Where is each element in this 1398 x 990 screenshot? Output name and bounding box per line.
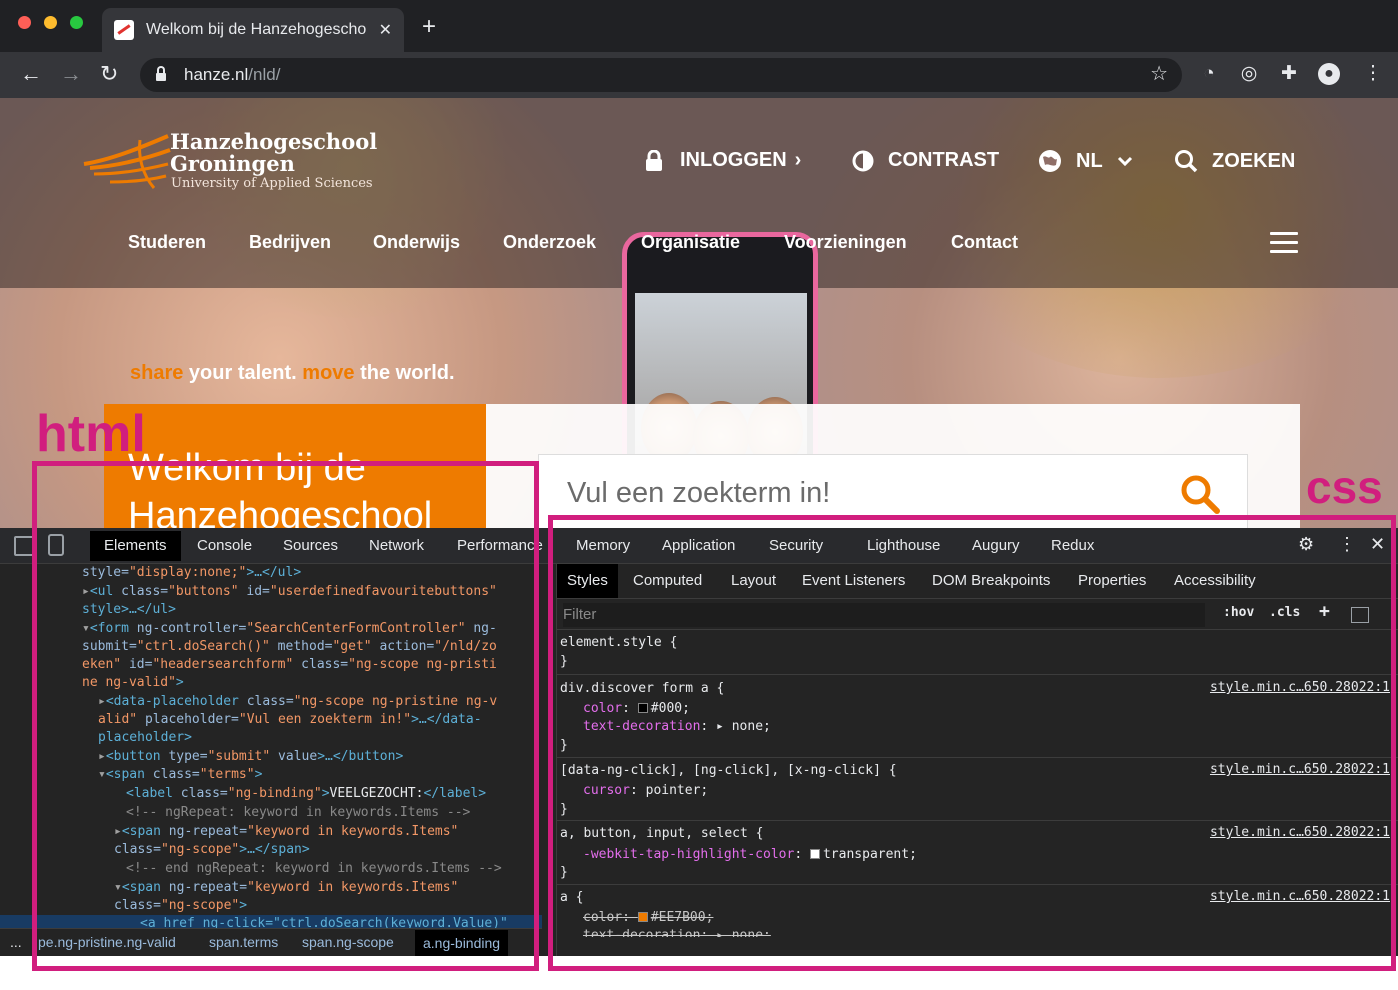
search-placeholder: Vul een zoekterm in! — [567, 477, 831, 509]
extension-target-icon[interactable]: ◎ — [1238, 63, 1260, 85]
search-icon[interactable] — [1179, 473, 1221, 515]
inspect-element-icon[interactable] — [14, 536, 34, 556]
url-host: hanze.nl — [184, 65, 249, 84]
breadcrumb-more[interactable]: ... — [10, 934, 22, 950]
nav-bedrijven[interactable]: Bedrijven — [249, 232, 331, 253]
html-annotation-label: html — [36, 405, 146, 463]
language-label: NL — [1076, 149, 1103, 172]
main-navigation: Studeren Bedrijven Onderwijs Onderzoek O… — [128, 232, 1048, 256]
login-label: INLOGGEN — [680, 149, 787, 171]
lock-icon — [646, 149, 662, 171]
contrast-toggle[interactable]: CONTRAST — [852, 149, 999, 172]
hamburger-menu-icon[interactable] — [1270, 232, 1298, 254]
extensions-puzzle-icon[interactable]: ✚ — [1278, 63, 1300, 85]
tab-close-icon[interactable]: ✕ — [379, 20, 392, 40]
contrast-label: CONTRAST — [888, 149, 1000, 171]
logo-line-2: Groningen — [170, 151, 295, 176]
login-link[interactable]: INLOGGEN › — [644, 149, 801, 172]
hanze-favicon-icon — [114, 20, 134, 40]
language-selector[interactable]: NL — [1038, 149, 1133, 173]
maximize-window-button[interactable] — [70, 16, 83, 29]
minimize-window-button[interactable] — [44, 16, 57, 29]
browser-titlebar: Welkom bij de Hanzehogescho ✕ + — [0, 0, 1398, 52]
css-highlight-frame — [548, 515, 1396, 971]
browser-toolbar: ← → ↻ hanze.nl/nld/ ☆ ◔ ◎ ✚ ● ⋮ — [0, 52, 1398, 98]
globe-icon — [1039, 150, 1061, 172]
profile-avatar-icon[interactable]: ● — [1318, 63, 1340, 85]
back-arrow-icon[interactable]: ← — [20, 60, 42, 88]
nav-studeren[interactable]: Studeren — [128, 232, 206, 253]
nav-voorzieningen[interactable]: Voorzieningen — [784, 232, 907, 253]
browser-tab[interactable]: Welkom bij de Hanzehogescho ✕ — [102, 8, 404, 52]
nav-organisatie[interactable]: Organisatie — [641, 232, 740, 253]
browser-menu-icon[interactable]: ⋮ — [1362, 63, 1384, 85]
logo-line-3: University of Applied Sciences — [171, 176, 373, 191]
chevron-down-icon — [1117, 156, 1132, 166]
reload-icon[interactable]: ↻ — [100, 60, 118, 88]
contrast-icon — [852, 150, 874, 171]
forward-arrow-icon[interactable]: → — [60, 60, 82, 88]
html-highlight-frame — [32, 461, 539, 971]
chevron-right-icon: › — [794, 149, 802, 171]
nav-contact[interactable]: Contact — [951, 232, 1018, 253]
lock-icon — [156, 66, 166, 81]
hanze-logo-icon[interactable] — [80, 130, 172, 192]
url-path: /nld/ — [248, 65, 281, 84]
search-label: ZOEKEN — [1212, 149, 1296, 172]
nav-onderwijs[interactable]: Onderwijs — [373, 232, 460, 253]
bookmark-star-icon[interactable]: ☆ — [1150, 61, 1168, 86]
nav-onderzoek[interactable]: Onderzoek — [503, 232, 596, 253]
search-icon — [1175, 150, 1198, 173]
close-window-button[interactable] — [18, 16, 31, 29]
css-annotation-label: css — [1306, 461, 1383, 513]
tab-title: Welkom bij de Hanzehogescho — [146, 21, 367, 38]
tagline: share your talent. move the world. — [130, 362, 455, 384]
search-link[interactable]: ZOEKEN — [1174, 149, 1295, 173]
address-bar[interactable]: hanze.nl/nld/ ☆ — [140, 58, 1182, 92]
extension-pie-icon[interactable]: ◔ — [1198, 63, 1220, 85]
new-tab-button[interactable]: + — [422, 15, 436, 39]
